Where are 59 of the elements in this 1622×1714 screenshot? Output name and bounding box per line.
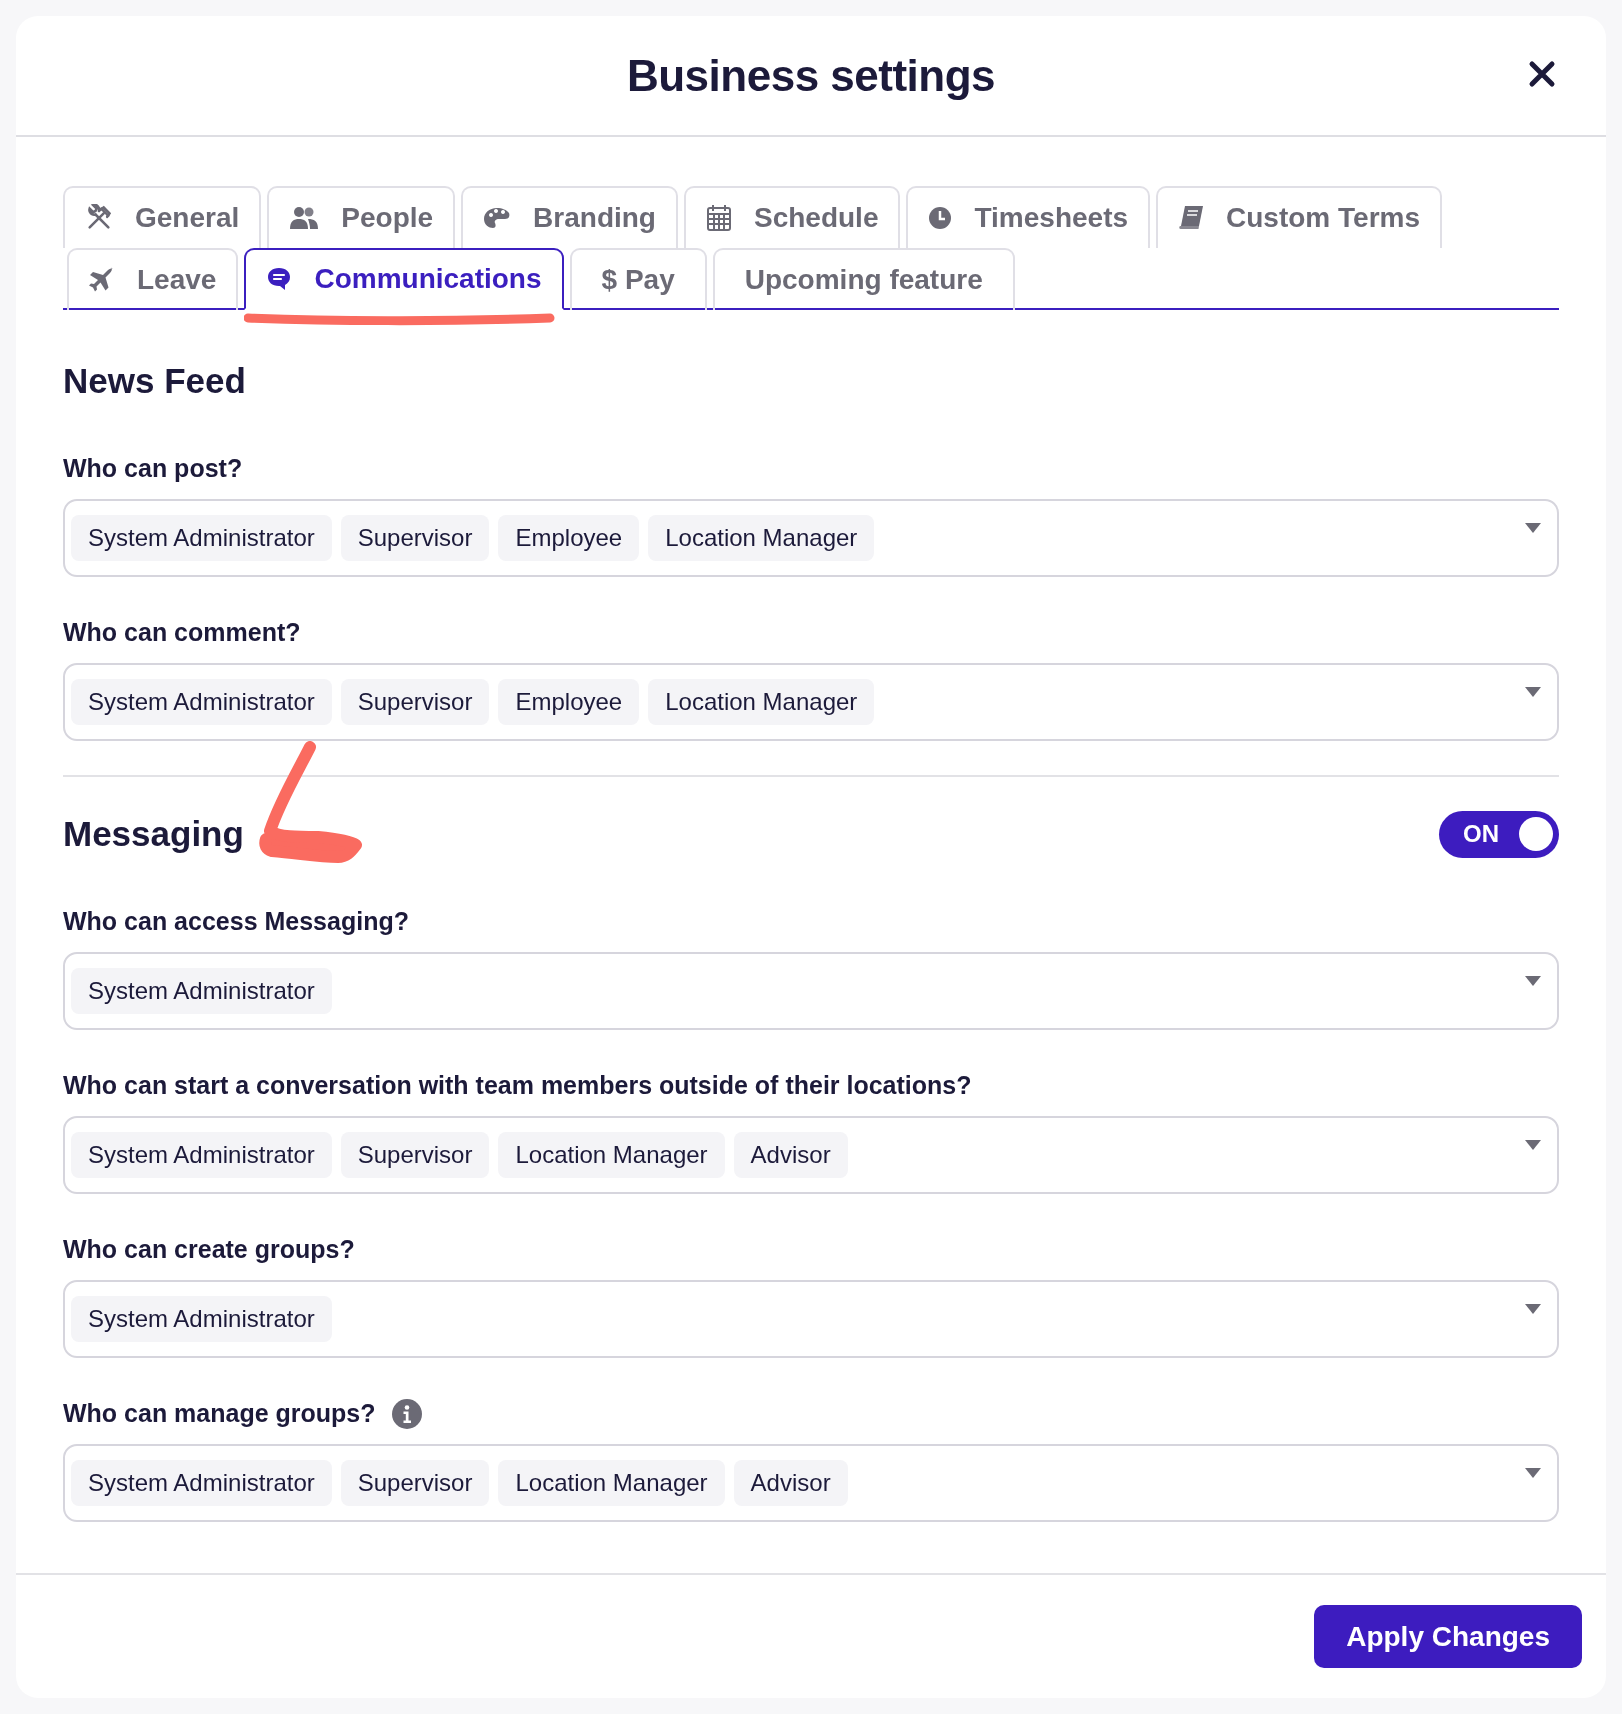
caret-icon <box>1525 523 1541 533</box>
role-chip: System Administrator <box>71 679 332 725</box>
close-icon <box>1528 60 1556 88</box>
settings-tab[interactable]: Leave <box>67 248 239 310</box>
field-label: Who can comment? <box>63 617 301 649</box>
field-label: Who can start a conversation with team members outside of their locations? <box>63 1070 972 1102</box>
book-icon <box>1178 205 1205 231</box>
role-chip: System Administrator <box>71 1460 332 1506</box>
palette-icon <box>483 206 512 230</box>
multi-select-field[interactable]: System Administrator <box>63 952 1559 1030</box>
field-label: Who can manage groups? <box>63 1398 376 1430</box>
role-chip: Location Manager <box>648 515 875 561</box>
role-chip: Supervisor <box>340 1460 490 1506</box>
role-chip: Supervisor <box>340 515 490 561</box>
multi-select-field[interactable]: System Administrator Supervisor Employee Location Manager <box>63 499 1559 577</box>
dialog-title: Business settings <box>626 49 996 102</box>
role-chip: Employee <box>498 679 640 725</box>
role-chip: Location Manager <box>648 679 875 725</box>
apply-changes-button[interactable]: Apply Changes <box>1314 1605 1582 1668</box>
role-chip: Employee <box>498 515 640 561</box>
settings-tab[interactable]: General <box>63 186 262 248</box>
tools-icon <box>85 204 113 232</box>
calendar-icon <box>706 204 732 232</box>
role-chip: System Administrator <box>71 968 332 1014</box>
field-label: Who can access Messaging? <box>63 906 409 938</box>
role-chip: System Administrator <box>71 515 332 561</box>
settings-tab[interactable]: Timesheets <box>906 186 1151 248</box>
multi-select-field[interactable]: System Administrator Supervisor Employee Location Manager <box>63 663 1559 741</box>
caret-icon <box>1525 976 1541 986</box>
caret-icon <box>1525 1468 1541 1478</box>
settings-tab[interactable]: Upcoming feature <box>712 248 1015 310</box>
multi-select-field[interactable]: System Administrator Supervisor Location Manager Advisor <box>63 1444 1559 1522</box>
role-chip: Location Manager <box>498 1132 725 1178</box>
multi-select-field[interactable]: System Administrator <box>63 1280 1559 1358</box>
caret-icon <box>1525 1140 1541 1150</box>
role-chip: Advisor <box>733 1460 848 1506</box>
role-chip: System Administrator <box>71 1296 332 1342</box>
toggle-switch[interactable]: ON <box>1439 810 1559 858</box>
settings-tab[interactable]: Communications <box>244 248 564 310</box>
role-chip: Advisor <box>733 1132 848 1178</box>
settings-tab[interactable]: Custom Terms <box>1156 186 1442 248</box>
field-label: Who can create groups? <box>63 1234 355 1266</box>
settings-tab[interactable]: $ Pay <box>569 248 707 310</box>
multi-select-field[interactable]: System Administrator Supervisor Location Manager Advisor <box>63 1116 1559 1194</box>
caret-icon <box>1525 687 1541 697</box>
role-chip: Supervisor <box>340 1132 490 1178</box>
field-label: Who can post? <box>63 453 243 485</box>
section-heading: News Feed <box>63 359 246 402</box>
caret-icon <box>1525 1304 1541 1314</box>
info-icon[interactable] <box>391 1399 422 1429</box>
section-heading: Messaging <box>63 812 244 855</box>
role-chip: Supervisor <box>340 679 490 725</box>
plane-icon <box>89 267 115 293</box>
role-chip: Location Manager <box>498 1460 725 1506</box>
people-icon <box>289 205 320 231</box>
clock-icon <box>928 206 953 230</box>
settings-tab[interactable]: Schedule <box>684 186 901 248</box>
role-chip: System Administrator <box>71 1132 332 1178</box>
chat-icon <box>266 266 293 292</box>
